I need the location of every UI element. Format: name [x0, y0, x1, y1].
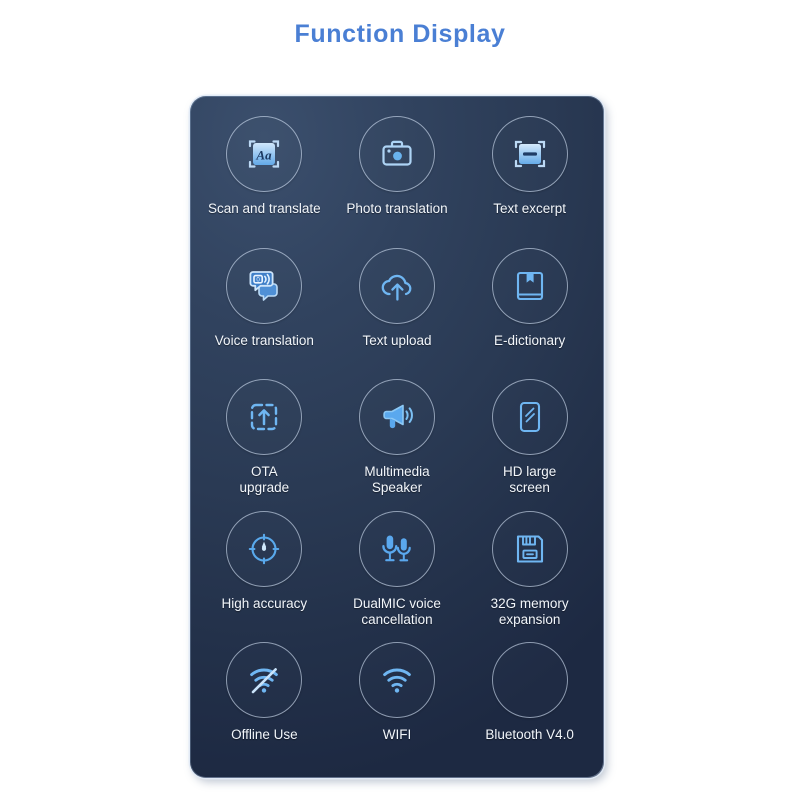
function-item-offline-use[interactable]: Offline Use — [198, 636, 331, 768]
function-circle[interactable] — [358, 379, 435, 456]
wifi-off-icon — [250, 668, 279, 694]
function-circle[interactable] — [226, 642, 303, 719]
function-circle[interactable] — [358, 116, 435, 192]
function-item-ota-upgrade[interactable]: OTA upgrade — [198, 373, 331, 505]
function-item-32g-memory-expansion[interactable]: 32G memory expansion — [463, 505, 596, 637]
function-circle[interactable] — [491, 379, 568, 456]
book-bookmark-icon — [516, 271, 543, 300]
function-item-text-excerpt[interactable]: Text excerpt — [463, 110, 596, 242]
function-circle[interactable] — [491, 510, 568, 587]
function-item-wifi[interactable]: WIFI — [331, 636, 464, 768]
function-label: Multimedia Speaker — [364, 464, 430, 496]
dual-microphone-icon — [382, 535, 411, 562]
function-circle[interactable] — [491, 116, 568, 192]
function-circle[interactable] — [491, 247, 568, 324]
screen-icon — [519, 402, 540, 433]
cloud-upload-icon — [381, 274, 412, 301]
function-label: Voice translation — [214, 332, 314, 348]
function-label: Text upload — [362, 332, 432, 348]
function-item-multimedia-speaker[interactable]: Multimedia Speaker — [331, 373, 464, 505]
function-grid: Aa Scan and translate Photo translation … — [190, 96, 604, 778]
function-item-photo-translation[interactable]: Photo translation — [331, 110, 464, 242]
megaphone-icon — [383, 404, 413, 429]
text-excerpt-icon — [514, 140, 545, 168]
svg-text:Aa: Aa — [256, 148, 273, 163]
function-label: E-dictionary — [494, 332, 566, 348]
function-item-high-accuracy[interactable]: High accuracy — [198, 505, 331, 637]
scan-text-icon: Aa — [249, 140, 280, 168]
function-label: HD large screen — [503, 464, 557, 496]
function-circle[interactable] — [491, 642, 568, 719]
wifi-icon — [383, 668, 411, 693]
function-label: OTA upgrade — [239, 464, 290, 496]
function-item-scan-and-translate[interactable]: Aa Scan and translate — [198, 110, 331, 242]
function-label: WIFI — [382, 727, 412, 743]
function-label: Photo translation — [346, 201, 448, 216]
function-label: Offline Use — [231, 727, 298, 743]
function-circle[interactable]: Aa — [226, 116, 303, 192]
function-label: High accuracy — [221, 595, 308, 611]
function-label: 32G memory expansion — [490, 595, 569, 627]
function-item-dualmic-voice-cancellation[interactable]: DualMIC voice cancellation — [331, 505, 464, 637]
function-circle[interactable] — [358, 247, 435, 324]
function-circle[interactable]: 0 — [226, 247, 303, 324]
function-circle[interactable] — [226, 510, 303, 587]
function-circle[interactable] — [358, 510, 435, 587]
function-label: Scan and translate — [208, 201, 321, 216]
ota-upgrade-icon — [251, 403, 278, 431]
camera-icon — [382, 140, 412, 166]
function-label: DualMIC voice cancellation — [353, 595, 441, 627]
function-panel: Aa Scan and translate Photo translation … — [190, 96, 604, 778]
blank-icon — [510, 660, 550, 700]
function-item-text-upload[interactable]: Text upload — [331, 242, 464, 374]
function-label: Bluetooth V4.0 — [485, 727, 574, 743]
memory-card-icon — [516, 535, 543, 563]
function-label: Text excerpt — [493, 201, 567, 216]
function-item-voice-translation[interactable]: 0 Voice translation — [198, 242, 331, 374]
voice-chat-icon: 0 — [249, 270, 279, 301]
svg-text:0: 0 — [257, 276, 261, 283]
function-circle[interactable] — [226, 379, 303, 456]
page-title: Function Display — [294, 20, 506, 48]
function-item-bluetooth[interactable]: Bluetooth V4.0 — [463, 636, 596, 768]
crosshair-icon — [249, 533, 280, 565]
function-item-e-dictionary[interactable]: E-dictionary — [463, 242, 596, 374]
function-circle[interactable] — [358, 642, 435, 719]
function-item-hd-large-screen[interactable]: HD large screen — [463, 373, 596, 505]
